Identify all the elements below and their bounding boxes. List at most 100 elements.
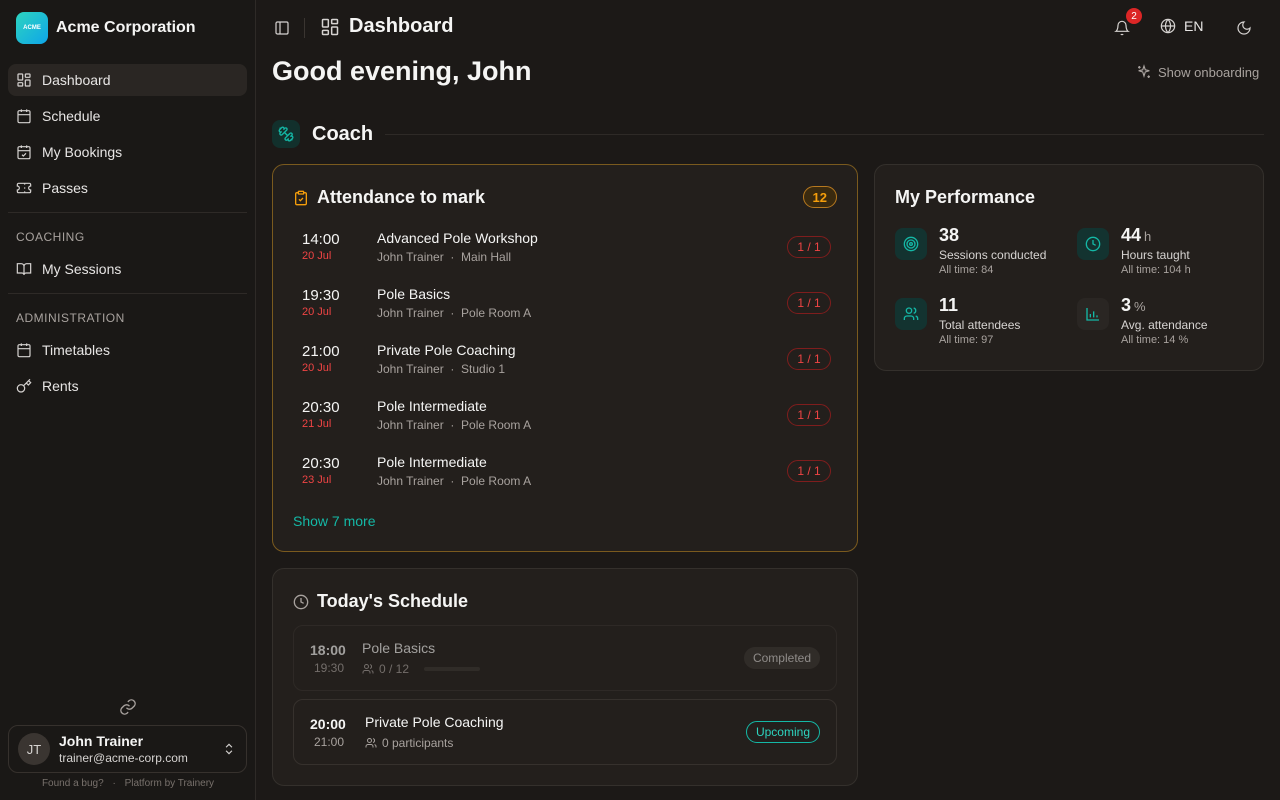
list-item[interactable]: 14:00 20 Jul Advanced Pole Workshop John… [293,227,839,283]
section-label-coaching: COACHING [16,230,85,244]
capacity-text: 0 / 12 [379,662,410,676]
dumbbell-icon [272,120,300,148]
stat-all-time: All time: 97 [939,334,994,346]
session-room: Studio 1 [461,362,506,376]
language-code: EN [1184,18,1204,34]
stat-all-time: All time: 14 % [1121,334,1189,346]
section-label-administration: ADMINISTRATION [16,311,125,325]
stat-unit: h [1144,229,1152,244]
session-end: 19:30 [314,661,345,675]
schedule-session[interactable]: 20:00 21:00 Private Pole Coaching 0 part… [293,699,837,765]
page-title: Dashboard [349,15,454,37]
report-bug-link[interactable]: Found a bug? [42,778,104,789]
main-nav: Dashboard Schedule My Bookings Passes [8,64,247,208]
sparkles-icon [1138,64,1150,79]
list-item[interactable]: 20:30 23 Jul Pole Intermediate John Trai… [293,451,839,507]
list-item[interactable]: 21:00 20 Jul Private Pole Coaching John … [293,339,839,395]
session-date: 20 Jul [302,250,332,262]
sidebar-toggle-icon[interactable] [274,20,290,36]
sidebar-item-dashboard[interactable]: Dashboard [8,64,247,96]
session-time: 20:30 [302,399,340,416]
sidebar-divider [8,212,247,213]
session-name: Pole Basics [362,640,436,656]
sidebar-item-label: My Bookings [42,144,123,160]
session-name: Advanced Pole Workshop [377,230,538,246]
greeting: Good evening, John [272,56,532,86]
breadcrumb: Dashboard [320,15,453,38]
attendance-title: Attendance to mark [293,187,485,208]
session-start: 18:00 [310,642,346,658]
session-trainer: John Trainer [377,418,444,432]
session-room: Main Hall [461,250,512,264]
coach-section-header: Coach [272,120,1264,148]
sidebar-item-my-bookings[interactable]: My Bookings [8,136,247,168]
notification-badge: 2 [1126,8,1142,24]
session-capacity: 0 / 12 [362,662,481,676]
todays-schedule-card: Today's Schedule 18:00 19:30 Pole Basics… [272,568,858,786]
session-time: 14:00 [302,231,340,248]
stat-number: 11 [939,295,959,315]
ticket-icon [16,182,32,194]
attendance-ratio: 1 / 1 [787,292,831,314]
show-onboarding-label: Show onboarding [1158,64,1260,80]
session-time: 20:30 [302,455,340,472]
language-switcher[interactable]: EN [1160,18,1203,34]
key-icon [16,378,32,393]
brand[interactable]: ACME Acme Corporation [16,12,196,44]
stat-value: 11 [939,295,961,316]
performance-card: My Performance 38 Sessions conducted All… [874,164,1264,371]
sidebar-footer: Found a bug? · Platform by Trainery [0,778,256,789]
session-name: Pole Basics [377,286,451,302]
bell-icon[interactable] [1114,20,1130,36]
session-name: Pole Intermediate [377,454,487,470]
capacity-progress-bar [424,667,481,671]
stat-label: Hours taught [1121,248,1190,262]
platform-credit[interactable]: Platform by Trainery [125,778,214,789]
session-name: Pole Intermediate [377,398,487,414]
list-item[interactable]: 20:30 21 Jul Pole Intermediate John Trai… [293,395,839,451]
attendance-ratio: 1 / 1 [787,348,831,370]
moon-icon[interactable] [1236,20,1252,36]
users-icon [362,664,374,674]
sidebar-item-schedule[interactable]: Schedule [8,100,247,132]
sidebar-item-label: Passes [42,180,88,196]
calendar-icon [17,109,31,124]
session-trainer: John Trainer [377,362,444,376]
schedule-title: Today's Schedule [293,591,468,612]
session-room: Pole Room A [461,474,532,488]
sidebar-item-label: My Sessions [42,261,122,277]
attendance-title-text: Attendance to mark [317,187,486,207]
stat-number: 3 [1121,295,1132,315]
participants-text: 0 participants [382,736,454,750]
stat-unit: % [1134,299,1146,314]
attendance-count-badge: 12 [802,186,837,208]
show-more-link[interactable]: Show 7 more [293,513,375,529]
attendance-ratio: 1 / 1 [787,404,831,426]
session-trainer: John Trainer [377,474,444,488]
sidebar-item-timetables[interactable]: Timetables [8,334,247,366]
schedule-session[interactable]: 18:00 19:30 Pole Basics 0 / 12 Completed [293,625,837,691]
stat-label: Total attendees [939,318,1021,332]
session-time: 21:00 [302,343,340,360]
session-time: 19:30 [302,287,340,304]
user-menu[interactable]: JT John Trainer trainer@acme-corp.com [8,725,247,773]
coaching-nav: COACHING My Sessions [8,221,247,289]
sidebar-item-passes[interactable]: Passes [8,172,247,204]
list-item[interactable]: 19:30 20 Jul Pole Basics John Trainer · … [293,283,839,339]
chevrons-up-down-icon [225,743,233,755]
sidebar-item-rents[interactable]: Rents [8,370,247,402]
schedule-title-text: Today's Schedule [317,591,468,611]
stat-hours-taught: 44 h Hours taught All time: 104 h [1077,225,1257,288]
sidebar-item-my-sessions[interactable]: My Sessions [8,253,247,285]
section-divider [385,133,1264,135]
calendar-check-icon [17,145,31,160]
show-onboarding-button[interactable]: Show onboarding [1136,64,1259,80]
topbar-divider [304,18,305,38]
grid-icon [321,18,339,35]
session-trainer: John Trainer [377,250,444,264]
stat-number: 38 [939,225,960,245]
clipboard-check-icon [295,190,307,205]
attendance-card: Attendance to mark 12 14:00 20 Jul Advan… [272,164,858,552]
stat-total-attendees: 11 Total attendees All time: 97 [895,295,1075,358]
link-icon[interactable] [119,698,137,716]
